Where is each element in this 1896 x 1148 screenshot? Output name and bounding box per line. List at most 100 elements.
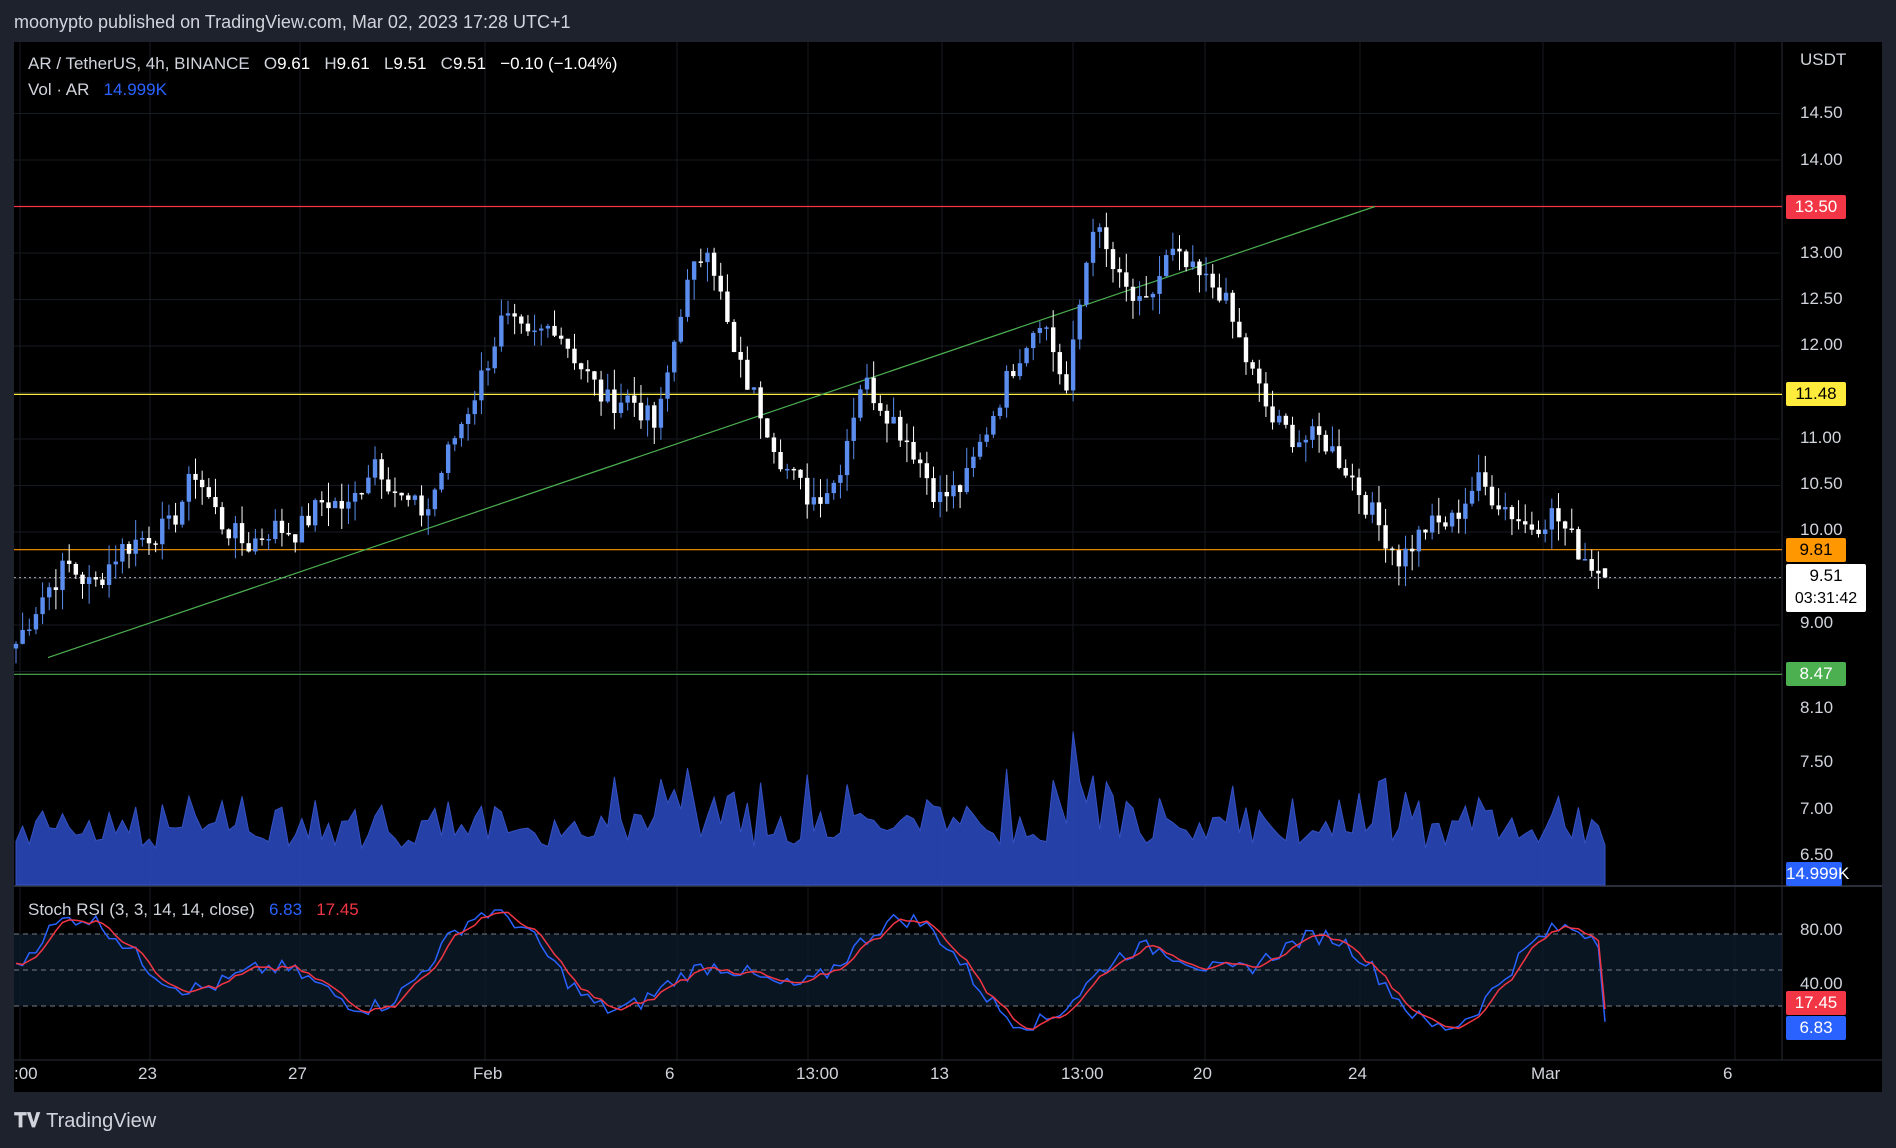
price-tick-label: 12.50 [1800,289,1843,308]
candle [1037,328,1043,333]
time-tick-label: Feb [473,1064,503,1083]
candle [273,520,278,540]
candle [991,415,996,435]
candle [1330,446,1335,452]
candle [951,485,956,497]
candle [625,395,630,403]
candle [1197,261,1202,276]
candle [565,338,571,349]
candle [1137,296,1142,301]
candle [1509,507,1515,520]
candle [731,321,737,352]
candle [1376,502,1382,526]
candle [206,487,212,497]
candle [844,440,850,476]
candle [1283,415,1289,425]
candle [691,261,697,280]
candle [798,469,803,478]
candle [47,587,52,598]
candle [1157,276,1162,294]
candle [1144,296,1149,298]
candle [1496,505,1501,510]
candle [279,520,285,533]
candle [73,563,79,575]
candle [399,492,404,496]
price-tick-label: 10.50 [1800,474,1843,493]
candle [332,500,338,509]
volume-legend: Vol · AR 14.999K [28,80,167,100]
candle [1183,251,1189,268]
close-label: C [440,54,453,73]
current-price: 9.51 [1809,566,1843,585]
candle [133,539,138,554]
candle [1177,248,1182,252]
candle [499,315,504,347]
candle [1523,521,1528,525]
candle [153,543,158,545]
time-tick-label: :00 [14,1064,38,1083]
candle [1589,559,1594,571]
candle [1449,512,1455,527]
tradingview-logo-icon: 𝐓𝐕 [14,1110,41,1132]
candle [100,579,105,585]
candle [725,291,730,322]
candle [419,495,424,516]
candle [1230,292,1235,322]
candle [572,348,577,364]
candle [1576,529,1581,560]
tradingview-brand[interactable]: 𝐓𝐕 TradingView [14,1110,156,1133]
time-tick-label: 6 [665,1064,675,1083]
candle [1436,515,1441,523]
candle [266,539,271,541]
candle [180,501,185,525]
candle [944,491,949,497]
time-tick-label: 24 [1348,1064,1367,1083]
candle [891,416,896,424]
candle [452,438,458,445]
volume-area [15,731,1606,886]
candle [1044,327,1049,329]
candle [299,515,305,543]
price-tick-label: 13.00 [1800,243,1843,262]
candle [479,370,484,401]
high-value: 9.61 [336,54,370,73]
price-tick-label: 12.00 [1800,335,1843,354]
price-tick-label: 7.00 [1800,799,1834,818]
candle [1250,362,1255,369]
candle [1443,522,1448,527]
change-value: −0.10 (−1.04%) [500,54,618,73]
candle [1396,550,1402,567]
candle [545,325,551,329]
candle [1423,529,1428,533]
time-tick-label: 23 [138,1064,157,1083]
candle [977,441,983,457]
candle [645,405,650,421]
candle [1556,508,1561,522]
candle [705,252,710,263]
candle [552,325,557,336]
candle [505,313,511,316]
candle [219,507,225,530]
candle [1210,273,1215,288]
candle [1270,406,1275,423]
candle [751,387,757,390]
open-label: O [263,54,278,73]
candle [1483,472,1488,487]
candle [1489,486,1495,506]
candle [1031,332,1036,349]
price-chart[interactable] [0,0,1896,1148]
candle [585,369,590,372]
candle [1463,503,1468,519]
candle [60,560,65,590]
candle [831,482,836,494]
candle [1336,446,1342,468]
candle [884,410,890,424]
stoch-k-badge: 6.83 [1786,1016,1846,1040]
candle [1050,327,1056,353]
stoch-tick-80: 80.00 [1800,920,1843,939]
candle [672,341,677,373]
candle [1416,529,1422,552]
candle [1257,368,1262,384]
price-tick-label: 14.50 [1800,103,1843,122]
candle [758,387,763,419]
